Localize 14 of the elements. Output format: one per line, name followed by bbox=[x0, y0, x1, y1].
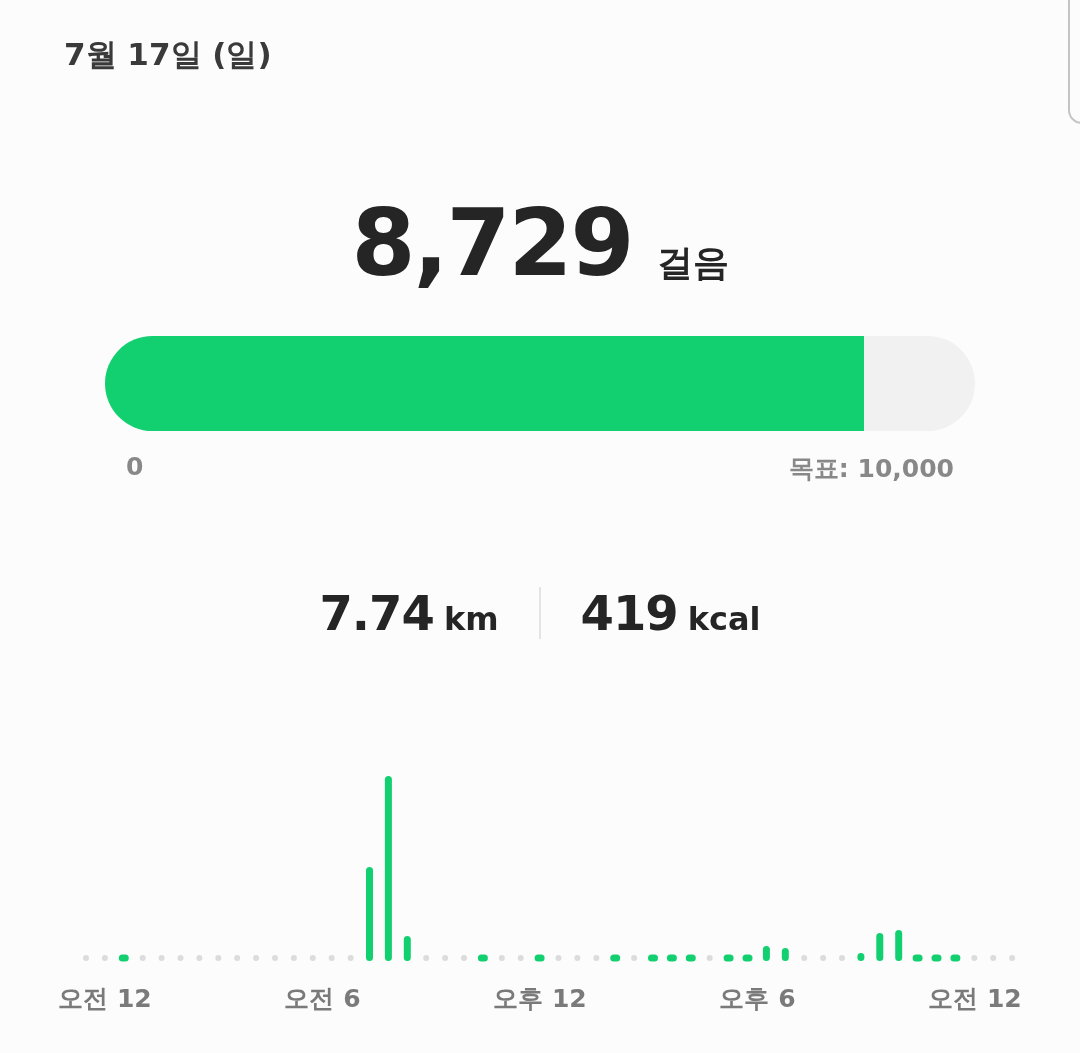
time-axis-label: 오후 12 bbox=[492, 983, 588, 1015]
time-axis-label: 오전 6 bbox=[283, 983, 362, 1015]
stat-unit: kcal bbox=[687, 600, 761, 638]
progress-start-label: 0 bbox=[126, 452, 144, 483]
stat-unit: km bbox=[443, 600, 499, 638]
time-axis-label: 오후 6 bbox=[718, 983, 797, 1015]
time-axis-label: 오전 12 bbox=[927, 983, 1023, 1015]
step-unit: 걸음 bbox=[656, 241, 729, 285]
time-axis-label: 오전 12 bbox=[57, 983, 153, 1015]
step-count: 8,729 bbox=[351, 190, 633, 297]
goal-label: 목표: 10,000 bbox=[788, 453, 954, 485]
stat-value: 7.74 bbox=[319, 585, 434, 641]
stat-value: 419 bbox=[580, 585, 678, 641]
date-heading: 7월 17일 (일) bbox=[64, 35, 272, 74]
